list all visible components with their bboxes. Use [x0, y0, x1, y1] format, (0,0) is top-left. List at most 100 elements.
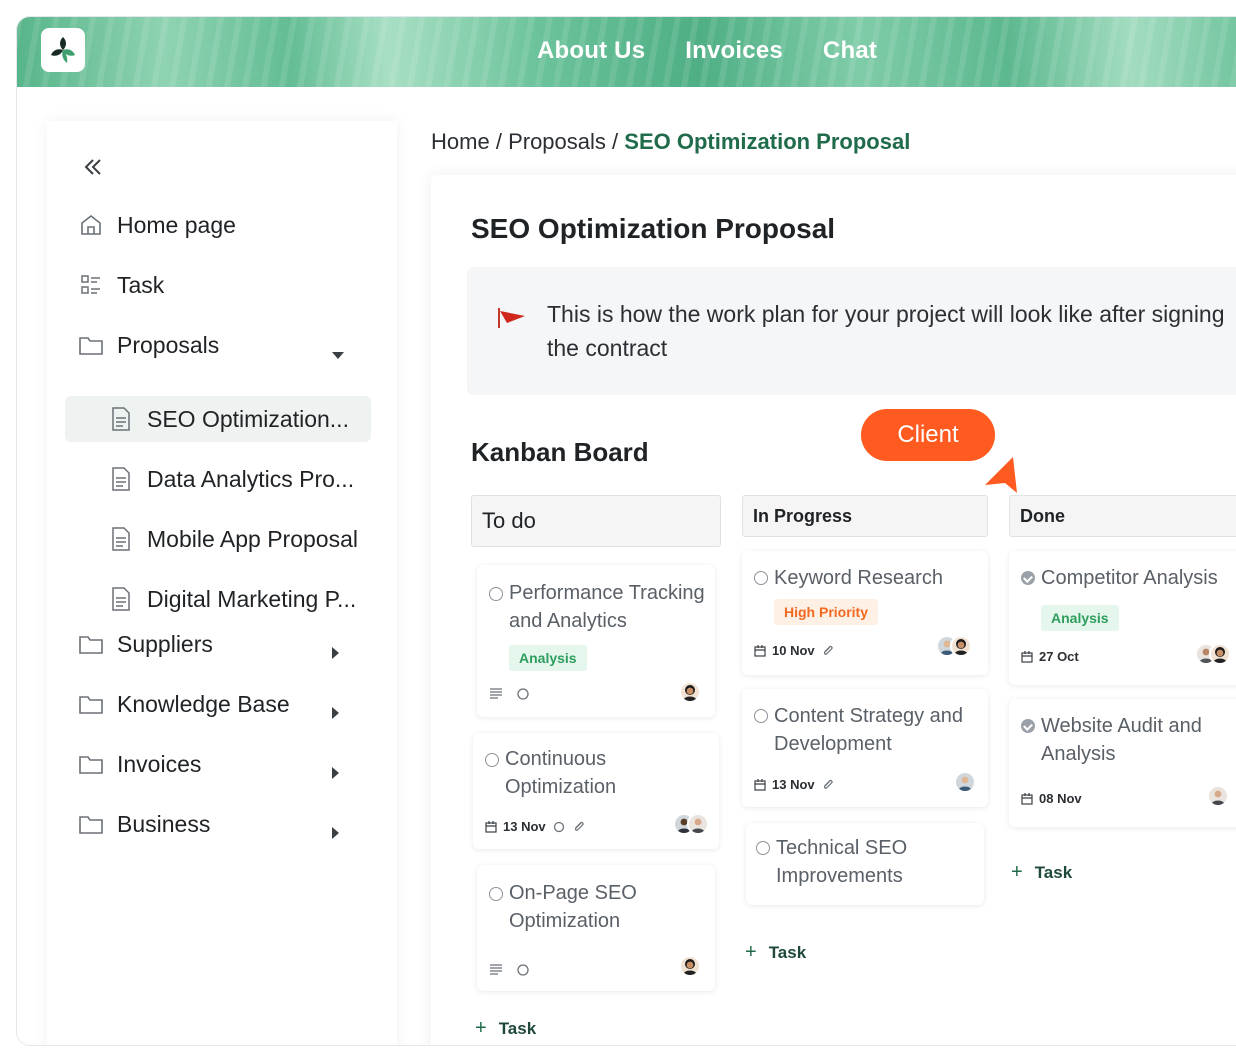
calendar-icon — [485, 820, 497, 833]
sidebar-item-business[interactable]: Business — [77, 804, 339, 844]
sidebar-item-label: Task — [117, 271, 165, 298]
home-icon — [77, 211, 105, 239]
breadcrumb-current: SEO Optimization Proposal — [624, 129, 911, 154]
assignee-avatars[interactable] — [679, 681, 701, 703]
task-card[interactable]: Content Strategy and Development 13 Nov — [742, 689, 988, 807]
caret-right-icon[interactable] — [332, 638, 340, 665]
sidebar-item-label: Home page — [117, 211, 236, 238]
task-card[interactable]: Competitor Analysis Analysis 27 Oct — [1009, 551, 1236, 685]
sidebar-item-label: Invoices — [117, 750, 202, 777]
task-card[interactable]: Technical SEO Improvements — [746, 823, 984, 905]
breadcrumb-proposals[interactable]: Proposals — [508, 129, 606, 154]
due-date: 10 Nov — [772, 643, 815, 658]
status-check-icon[interactable] — [1021, 571, 1035, 585]
avatar — [954, 771, 976, 793]
sidebar-subitem-label: Mobile App Proposal — [147, 525, 358, 552]
comment-icon — [517, 964, 529, 976]
sidebar-subitem-mobile-app[interactable]: Mobile App Proposal — [65, 516, 371, 562]
sidebar-item-proposals[interactable]: Proposals — [77, 325, 344, 365]
due-date: 13 Nov — [503, 819, 546, 834]
attachment-icon — [823, 779, 833, 789]
collapse-sidebar-icon[interactable] — [81, 155, 105, 179]
notice-text: This is how the work plan for your proje… — [547, 301, 1225, 361]
caret-right-icon[interactable] — [332, 698, 340, 725]
sidebar-item-suppliers[interactable]: Suppliers — [77, 624, 339, 664]
assignee-avatars[interactable] — [1195, 643, 1231, 665]
sidebar-subitem-seo-optimization[interactable]: SEO Optimization... — [65, 396, 371, 442]
plus-icon: + — [1011, 861, 1023, 883]
due-date: 08 Nov — [1039, 791, 1082, 806]
nav-invoices[interactable]: Invoices — [685, 37, 783, 65]
add-task-label: Task — [1034, 862, 1073, 882]
folder-icon — [77, 690, 105, 718]
assignee-avatars[interactable] — [1207, 785, 1229, 807]
sidebar-item-label: Suppliers — [117, 630, 213, 657]
add-task-button[interactable]: + Task — [475, 1017, 536, 1040]
sidebar-subitem-data-analytics[interactable]: Data Analytics Pro... — [65, 456, 371, 502]
priority-badge: High Priority — [774, 599, 879, 625]
status-circle-icon[interactable] — [489, 587, 503, 601]
sidebar-item-invoices[interactable]: Invoices — [77, 744, 339, 784]
assignee-avatars[interactable] — [679, 955, 701, 977]
main-panel: SEO Optimization Proposal This is how th… — [431, 175, 1236, 1045]
folder-icon — [77, 750, 105, 778]
assignee-avatars[interactable] — [673, 813, 709, 835]
status-circle-icon[interactable] — [754, 571, 768, 585]
due-date: 13 Nov — [772, 777, 815, 792]
avatar — [679, 681, 701, 703]
folder-icon — [77, 331, 105, 359]
caret-right-icon[interactable] — [332, 818, 340, 845]
add-task-button[interactable]: + Task — [1011, 861, 1072, 884]
app-logo[interactable] — [41, 28, 85, 72]
task-title: Website Audit and Analysis — [1041, 715, 1202, 765]
task-card[interactable]: Keyword Research High Priority 10 Nov — [742, 551, 988, 675]
top-nav: About Us Invoices Chat — [537, 37, 877, 65]
sidebar-item-knowledge-base[interactable]: Knowledge Base — [77, 684, 339, 724]
assignee-avatars[interactable] — [954, 771, 976, 793]
status-check-icon[interactable] — [1021, 719, 1035, 733]
task-title: Content Strategy and Development — [774, 705, 964, 755]
due-date: 27 Oct — [1039, 649, 1079, 664]
task-meta: 27 Oct — [1021, 649, 1079, 664]
calendar-icon — [1021, 792, 1033, 805]
task-card[interactable]: On-Page SEO Optimization — [477, 865, 715, 991]
client-badge: Client — [861, 409, 995, 461]
task-list-icon — [77, 271, 105, 299]
task-meta — [489, 687, 531, 701]
task-title: Performance Tracking and Analytics — [509, 582, 705, 632]
breadcrumb-separator: / — [495, 129, 502, 154]
caret-right-icon[interactable] — [332, 758, 340, 785]
add-task-label: Task — [498, 1018, 537, 1038]
status-circle-icon[interactable] — [489, 887, 503, 901]
task-meta: 10 Nov — [754, 643, 835, 658]
attachment-icon — [823, 645, 833, 655]
column-header-todo: To do — [471, 495, 721, 547]
nav-chat[interactable]: Chat — [823, 37, 877, 65]
breadcrumb-home[interactable]: Home — [431, 129, 490, 154]
folder-icon — [77, 810, 105, 838]
task-card[interactable]: Continuous Optimization 13 Nov — [473, 733, 719, 849]
comment-icon — [517, 688, 529, 700]
task-card[interactable]: Website Audit and Analysis 08 Nov — [1009, 699, 1236, 827]
add-task-button[interactable]: + Task — [745, 941, 806, 964]
attachment-icon — [574, 821, 584, 831]
page-title: SEO Optimization Proposal — [471, 213, 836, 244]
document-icon — [111, 527, 131, 557]
sidebar-item-task[interactable]: Task — [77, 265, 164, 305]
caret-down-icon[interactable] — [332, 339, 344, 366]
flag-icon — [497, 307, 527, 334]
document-icon — [111, 587, 131, 617]
calendar-icon — [754, 644, 766, 657]
sidebar-item-home[interactable]: Home page — [77, 205, 236, 245]
avatar — [687, 813, 709, 835]
task-card[interactable]: Performance Tracking and Analytics Analy… — [477, 565, 715, 717]
status-circle-icon[interactable] — [485, 753, 499, 767]
status-circle-icon[interactable] — [754, 709, 768, 723]
assignee-avatars[interactable] — [936, 635, 972, 657]
description-icon — [490, 964, 502, 975]
sidebar-item-label: Business — [117, 810, 211, 837]
avatar — [1209, 643, 1231, 665]
sidebar-subitem-digital-marketing[interactable]: Digital Marketing P... — [65, 576, 371, 622]
nav-about-us[interactable]: About Us — [537, 37, 645, 65]
status-circle-icon[interactable] — [756, 841, 770, 855]
